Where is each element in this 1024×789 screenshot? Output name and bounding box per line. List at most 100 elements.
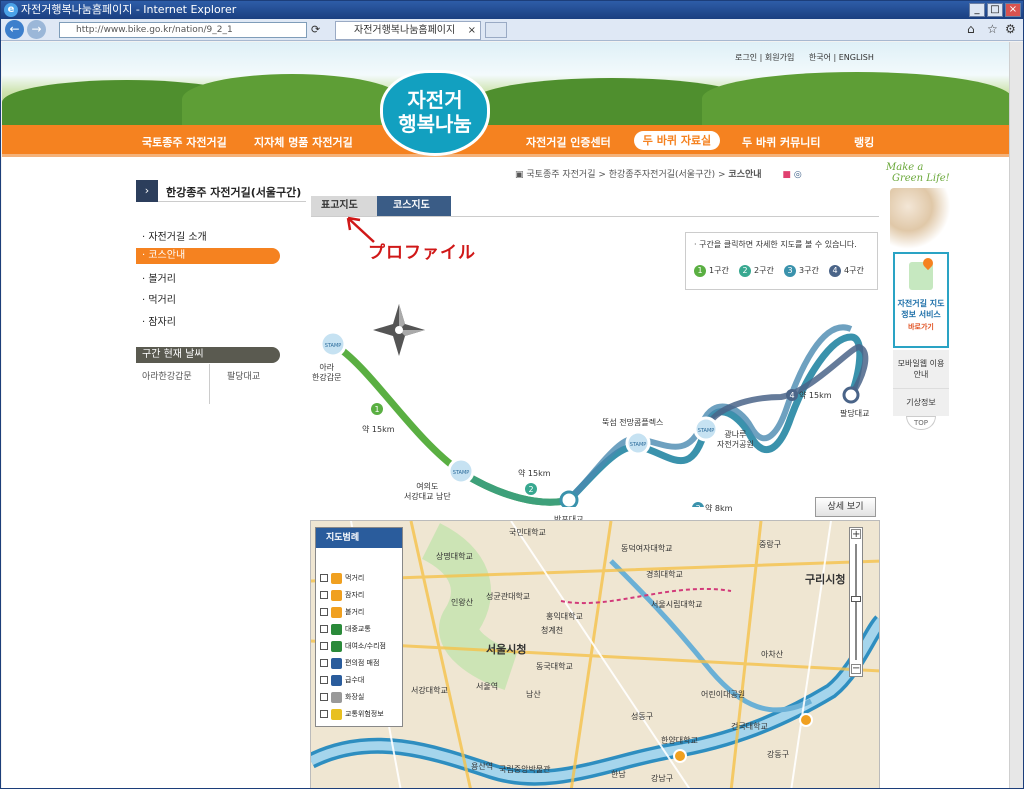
stop-label-ara: 아라 한강갑문 bbox=[312, 363, 341, 383]
maximize-button[interactable]: □ bbox=[987, 3, 1003, 17]
zoom-control[interactable]: + − bbox=[849, 527, 863, 677]
crumb-1[interactable]: 국토종주 자전거길 bbox=[526, 170, 595, 180]
weather-place-1[interactable]: 아라한강갑문 bbox=[142, 369, 192, 382]
stop-marker-6[interactable] bbox=[842, 386, 860, 404]
forward-icon[interactable]: → bbox=[27, 20, 46, 39]
weather-info-link[interactable]: 기상정보 bbox=[893, 388, 949, 416]
map-legend-item[interactable]: 먹거리 bbox=[320, 572, 364, 584]
back-icon[interactable]: ← bbox=[5, 20, 24, 39]
mobile-guide-link[interactable]: 모바일웹 이용안내 bbox=[893, 350, 949, 388]
menu-item-community[interactable]: 두 바퀴 커뮤니티 bbox=[742, 134, 821, 150]
badge-num: 1 bbox=[374, 405, 379, 414]
menu-item-local[interactable]: 지자체 명품 자전거길 bbox=[254, 134, 353, 150]
close-tab-icon[interactable]: × bbox=[468, 22, 476, 39]
legend-category-icon bbox=[331, 691, 342, 703]
close-button[interactable]: × bbox=[1005, 3, 1021, 17]
browser-tab[interactable]: 자전거행복나눔홈페이지 × bbox=[335, 21, 481, 40]
legend-checkbox[interactable] bbox=[320, 659, 328, 667]
legend-checkbox[interactable] bbox=[320, 693, 328, 701]
legend-checkbox[interactable] bbox=[320, 608, 328, 616]
map-legend-item[interactable]: 편의점 매점 bbox=[320, 657, 379, 669]
zoom-handle[interactable] bbox=[851, 596, 861, 602]
web-page: 로그인 | 회원가입 한국어 | ENGLISH 국토종주 자전거길 지자체 명… bbox=[2, 42, 1009, 788]
menu-item-certification[interactable]: 자전거길 인증센터 bbox=[526, 134, 611, 150]
badge-num: 3 bbox=[695, 504, 700, 507]
map-service-link[interactable]: 자전거길 지도정보 서비스 바로가기 bbox=[893, 252, 949, 348]
favorites-icon[interactable]: ☆ bbox=[987, 22, 998, 36]
map-legend-item[interactable]: 볼거리 bbox=[320, 606, 364, 618]
map-legend-item[interactable]: 화장실 bbox=[320, 691, 364, 703]
tab-course-map[interactable]: 코스지도 bbox=[377, 196, 451, 216]
menu-item-ranking[interactable]: 랭킹 bbox=[854, 134, 874, 150]
section-title-text: 한강종주 자전거길(서울구간) bbox=[166, 186, 302, 199]
address-bar[interactable]: http://www.bike.go.kr/nation/9_2_1 bbox=[59, 22, 307, 38]
stamp-pin-icon[interactable] bbox=[799, 713, 813, 727]
zoom-in-button[interactable]: + bbox=[851, 529, 861, 540]
section-badge-2[interactable]: 2 bbox=[525, 483, 537, 495]
stamp-marker-5[interactable]: STAMP bbox=[693, 416, 719, 442]
legend-checkbox[interactable] bbox=[320, 625, 328, 633]
settings-icon[interactable]: ⚙ bbox=[1005, 22, 1016, 36]
map-legend-item[interactable]: 교통위험정보 bbox=[320, 708, 384, 720]
map-legend-item[interactable]: 대중교통 bbox=[320, 623, 371, 635]
map-service-title: 자전거길 지도정보 서비스 bbox=[897, 299, 945, 319]
legend-checkbox[interactable] bbox=[320, 676, 328, 684]
english-link[interactable]: ENGLISH bbox=[839, 53, 874, 62]
map-legend-item[interactable]: 잠자리 bbox=[320, 589, 364, 601]
legend-checkbox[interactable] bbox=[320, 591, 328, 599]
legend-checkbox[interactable] bbox=[320, 574, 328, 582]
minimize-button[interactable]: _ bbox=[969, 3, 985, 17]
detail-view-button[interactable]: 상세 보기 bbox=[815, 497, 876, 517]
logo-text-2: 행복나눔 bbox=[398, 112, 472, 136]
map-label: 강남구 bbox=[651, 774, 674, 783]
map-label: 동덕여자대학교 bbox=[621, 544, 673, 553]
map-legend-item[interactable]: 급수대 bbox=[320, 674, 364, 686]
crumb-2[interactable]: 한강종주자전거길(서울구간) bbox=[609, 170, 715, 180]
login-link[interactable]: 로그인 bbox=[735, 53, 757, 62]
stop-label-gwangnaru: 광나루 자전거공원 bbox=[717, 430, 754, 450]
stop-marker-3[interactable] bbox=[559, 490, 579, 507]
sidebar-item-lodging[interactable]: · 잠자리 bbox=[142, 313, 176, 328]
stamp-marker-2[interactable]: STAMP bbox=[447, 457, 475, 485]
legend-checkbox[interactable] bbox=[320, 710, 328, 718]
course-map[interactable]: 국민대학교 상명대학교 성균관대학교 동덕여자대학교 경희대학교 서울시립대학교… bbox=[310, 520, 880, 788]
korean-link[interactable]: 한국어 bbox=[809, 53, 831, 62]
new-tab-button[interactable] bbox=[485, 22, 507, 38]
legend-checkbox[interactable] bbox=[320, 642, 328, 650]
sidebar-item-sights[interactable]: · 볼거리 bbox=[142, 270, 176, 285]
weather-place-2[interactable]: 팔당대교 bbox=[227, 369, 260, 382]
zoom-icon[interactable]: ◎ bbox=[794, 170, 802, 180]
map-label: 남산 bbox=[526, 690, 541, 699]
menu-item-resources[interactable]: 두 바퀴 자료실 bbox=[634, 131, 720, 150]
sidebar-item-course[interactable]: · 코스안내 bbox=[136, 248, 280, 264]
stamp-text: STAMP bbox=[698, 428, 715, 434]
legend-item-label: 잠자리 bbox=[345, 591, 365, 599]
site-logo[interactable]: 자전거 행복나눔 bbox=[380, 70, 490, 156]
top-button[interactable]: TOP bbox=[906, 416, 936, 430]
refresh-icon[interactable]: ⟳ bbox=[311, 23, 320, 36]
stamp-marker-4[interactable]: STAMP bbox=[625, 430, 651, 456]
map-label: 구리시청 bbox=[805, 573, 846, 586]
section-badge-3[interactable]: 3 bbox=[692, 502, 704, 507]
zoom-out-button[interactable]: − bbox=[851, 664, 861, 674]
map-label: 서울시청 bbox=[486, 643, 527, 656]
stamp-marker-1[interactable]: STAMP bbox=[319, 330, 347, 358]
section-badge-4[interactable]: 4 bbox=[786, 389, 798, 401]
stamp-pin-icon[interactable] bbox=[673, 749, 687, 763]
sidebar-label: 코스안내 bbox=[148, 250, 186, 261]
legend-category-icon bbox=[331, 589, 342, 601]
stop-name: 자전거공원 bbox=[717, 440, 754, 449]
section-badge-1[interactable]: 1 bbox=[371, 403, 383, 415]
home-icon[interactable]: ⌂ bbox=[967, 22, 975, 36]
home-crumb-icon[interactable]: ▣ bbox=[515, 170, 524, 180]
map-legend-item[interactable]: 대여소/수리점 bbox=[320, 640, 386, 652]
stop-name: 아라 bbox=[319, 363, 335, 372]
signup-link[interactable]: 회원가입 bbox=[765, 53, 794, 62]
legend-item-label: 먹거리 bbox=[345, 574, 365, 582]
zoom-track[interactable] bbox=[855, 544, 857, 660]
menu-item-national[interactable]: 국토종주 자전거길 bbox=[142, 134, 227, 150]
sidebar-item-food[interactable]: · 먹거리 bbox=[142, 291, 176, 306]
sidebar-item-intro[interactable]: · 자전거길 소개 bbox=[142, 228, 207, 243]
print-icon[interactable]: ■ bbox=[782, 170, 791, 180]
page-scrollbar[interactable] bbox=[1009, 42, 1023, 788]
